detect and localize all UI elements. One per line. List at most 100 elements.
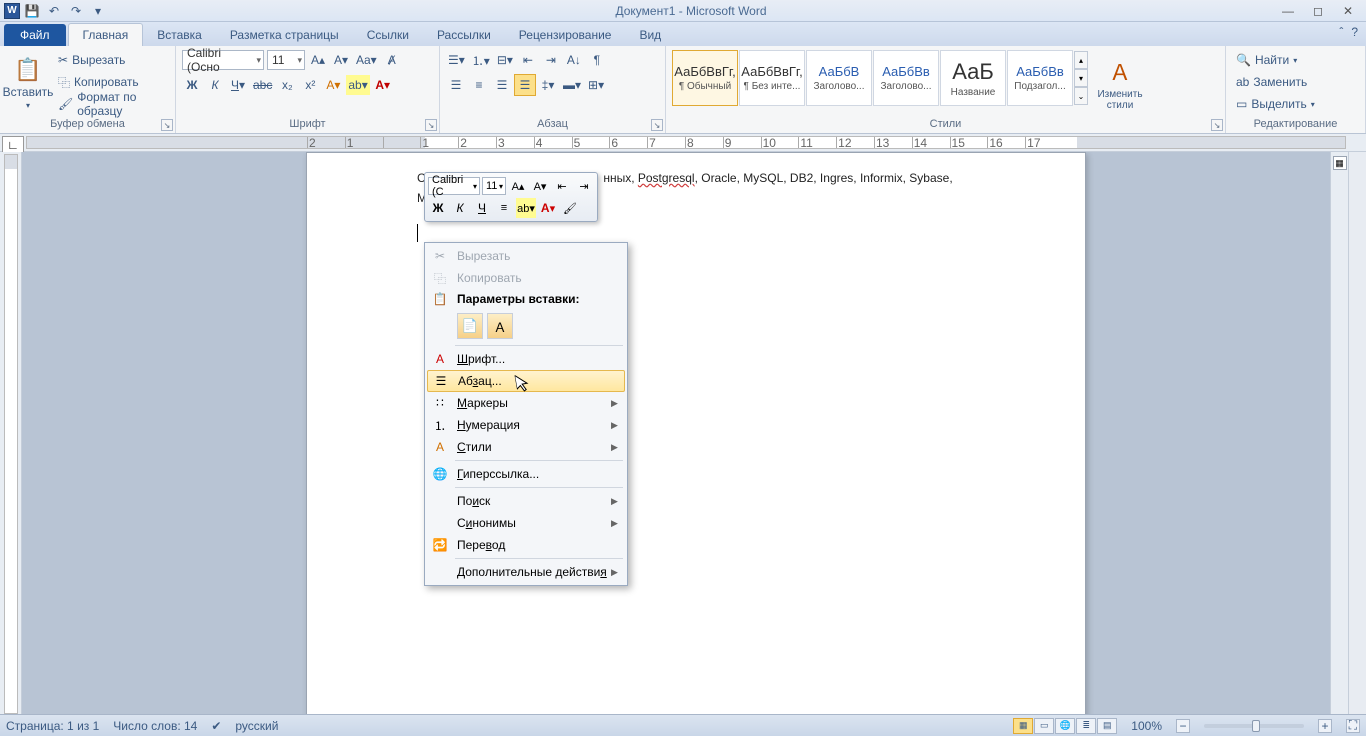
document-scroll[interactable]: Системы управления базами даннных, Postg…: [22, 152, 1330, 714]
zoom-out-button[interactable]: −: [1176, 719, 1190, 733]
file-tab[interactable]: Файл: [4, 24, 66, 46]
view-draft[interactable]: ▤: [1097, 718, 1117, 734]
horizontal-ruler[interactable]: 211234567891011121314151617: [26, 136, 1346, 149]
text-effects-button[interactable]: A▾: [323, 75, 343, 95]
qat-customize-button[interactable]: ▾: [88, 2, 108, 20]
minimize-button[interactable]: —: [1274, 3, 1302, 19]
status-language[interactable]: русский: [235, 719, 278, 733]
zoom-in-button[interactable]: +: [1318, 719, 1332, 733]
zoom-level[interactable]: 100%: [1131, 719, 1162, 733]
tab-view[interactable]: Вид: [625, 24, 675, 46]
styles-launcher[interactable]: ↘: [1211, 119, 1223, 131]
increase-indent-button[interactable]: ⇥: [541, 50, 561, 70]
sort-button[interactable]: A↓: [564, 50, 584, 70]
tab-review[interactable]: Рецензирование: [505, 24, 626, 46]
italic-button[interactable]: К: [205, 75, 225, 95]
zoom-slider[interactable]: [1204, 724, 1304, 728]
mini-underline[interactable]: Ч: [472, 198, 492, 218]
align-right-button[interactable]: ☰: [492, 75, 512, 95]
style-subtitle[interactable]: АаБбВвПодзагол...: [1007, 50, 1073, 106]
grow-font-button[interactable]: A▴: [308, 50, 328, 70]
spellcheck-word[interactable]: Postgresql: [638, 171, 695, 185]
copy-button[interactable]: ⿻Копировать: [54, 72, 169, 92]
cm-bullets[interactable]: ∷ Маркеры ▶: [427, 392, 625, 414]
fit-window-button[interactable]: ⛶: [1346, 719, 1360, 733]
status-words[interactable]: Число слов: 14: [113, 719, 197, 733]
mini-align-center[interactable]: ≡: [494, 198, 514, 218]
view-web-layout[interactable]: 🌐: [1055, 718, 1075, 734]
numbering-button[interactable]: ⒈▾: [470, 50, 492, 70]
line-spacing-button[interactable]: ‡▾: [538, 75, 558, 95]
decrease-indent-button[interactable]: ⇤: [518, 50, 538, 70]
replace-button[interactable]: abЗаменить: [1232, 72, 1319, 92]
multilevel-list-button[interactable]: ⊟▾: [495, 50, 515, 70]
paste-keep-source[interactable]: 📄: [457, 313, 483, 339]
paragraph-launcher[interactable]: ↘: [651, 119, 663, 131]
clear-formatting-button[interactable]: Ⱥ: [382, 50, 402, 70]
save-button[interactable]: 💾: [22, 2, 42, 20]
font-launcher[interactable]: ↘: [425, 119, 437, 131]
subscript-button[interactable]: x₂: [277, 75, 297, 95]
maximize-button[interactable]: ◻: [1304, 3, 1332, 19]
status-page[interactable]: Страница: 1 из 1: [6, 719, 99, 733]
tab-mailings[interactable]: Рассылки: [423, 24, 505, 46]
cm-synonyms[interactable]: Синонимы ▶: [427, 512, 625, 534]
cm-font[interactable]: A Шрифт...: [427, 348, 625, 370]
cm-numbering[interactable]: ⒈ Нумерация ▶: [427, 414, 625, 436]
cm-translate[interactable]: 🔁 Перевод: [427, 534, 625, 556]
cut-button[interactable]: ✂Вырезать: [54, 50, 169, 70]
style-title[interactable]: АаБНазвание: [940, 50, 1006, 106]
align-center-button[interactable]: ≡: [469, 75, 489, 95]
view-print-layout[interactable]: ▦: [1013, 718, 1033, 734]
tab-page-layout[interactable]: Разметка страницы: [216, 24, 353, 46]
status-proofing-icon[interactable]: ✔: [211, 719, 221, 733]
mini-format-painter[interactable]: 🖌: [560, 198, 580, 218]
shading-button[interactable]: ▬▾: [561, 75, 583, 95]
align-left-button[interactable]: ☰: [446, 75, 466, 95]
cm-styles[interactable]: A Стили ▶: [427, 436, 625, 458]
borders-button[interactable]: ⊞▾: [586, 75, 606, 95]
highlight-button[interactable]: ab▾: [346, 75, 369, 95]
clipboard-launcher[interactable]: ↘: [161, 119, 173, 131]
bullets-button[interactable]: ☰▾: [446, 50, 467, 70]
minimize-ribbon-button[interactable]: ˆ: [1339, 25, 1343, 39]
mini-increase-indent[interactable]: ⇥: [574, 176, 594, 196]
mini-size-combo[interactable]: 11: [482, 177, 506, 195]
mini-bold[interactable]: Ж: [428, 198, 448, 218]
justify-button[interactable]: ☰: [515, 75, 535, 95]
paste-text-only[interactable]: Ａ: [487, 313, 513, 339]
font-name-combo[interactable]: Calibri (Осно: [182, 50, 264, 70]
mini-font-combo[interactable]: Calibri (С: [428, 177, 480, 195]
vertical-ruler[interactable]: [4, 154, 18, 714]
view-full-screen[interactable]: ▭: [1034, 718, 1054, 734]
shrink-font-button[interactable]: A▾: [331, 50, 351, 70]
redo-button[interactable]: ↷: [66, 2, 86, 20]
superscript-button[interactable]: x²: [300, 75, 320, 95]
format-painter-button[interactable]: 🖌Формат по образцу: [54, 94, 169, 114]
strikethrough-button[interactable]: abc: [251, 75, 274, 95]
ruler-toggle-button[interactable]: ▦: [1333, 156, 1347, 170]
cm-paragraph[interactable]: ☰ Абзац...: [427, 370, 625, 392]
style-heading2[interactable]: АаБбВвЗаголово...: [873, 50, 939, 106]
style-scroll-down[interactable]: ▾: [1074, 69, 1088, 87]
change-case-button[interactable]: Aa▾: [354, 50, 379, 70]
mini-decrease-indent[interactable]: ⇤: [552, 176, 572, 196]
page[interactable]: Системы управления базами даннных, Postg…: [306, 152, 1086, 714]
undo-button[interactable]: ↶: [44, 2, 64, 20]
mini-font-color[interactable]: A▾: [538, 198, 558, 218]
bold-button[interactable]: Ж: [182, 75, 202, 95]
font-size-combo[interactable]: 11: [267, 50, 305, 70]
cm-additional-actions[interactable]: Дополнительные действия ▶: [427, 561, 625, 583]
tab-insert[interactable]: Вставка: [143, 24, 216, 46]
paste-button[interactable]: 📋 Вставить ▾: [6, 50, 50, 116]
vertical-scrollbar[interactable]: [1348, 152, 1366, 714]
style-no-spacing[interactable]: АаБбВвГг,¶ Без инте...: [739, 50, 805, 106]
style-scroll-up[interactable]: ▴: [1074, 51, 1088, 69]
tab-references[interactable]: Ссылки: [353, 24, 423, 46]
tab-home[interactable]: Главная: [68, 23, 144, 46]
cm-hyperlink[interactable]: 🌐 Гиперссылка...: [427, 463, 625, 485]
show-marks-button[interactable]: ¶: [587, 50, 607, 70]
underline-button[interactable]: Ч▾: [228, 75, 248, 95]
zoom-slider-thumb[interactable]: [1252, 720, 1260, 732]
mini-italic[interactable]: К: [450, 198, 470, 218]
